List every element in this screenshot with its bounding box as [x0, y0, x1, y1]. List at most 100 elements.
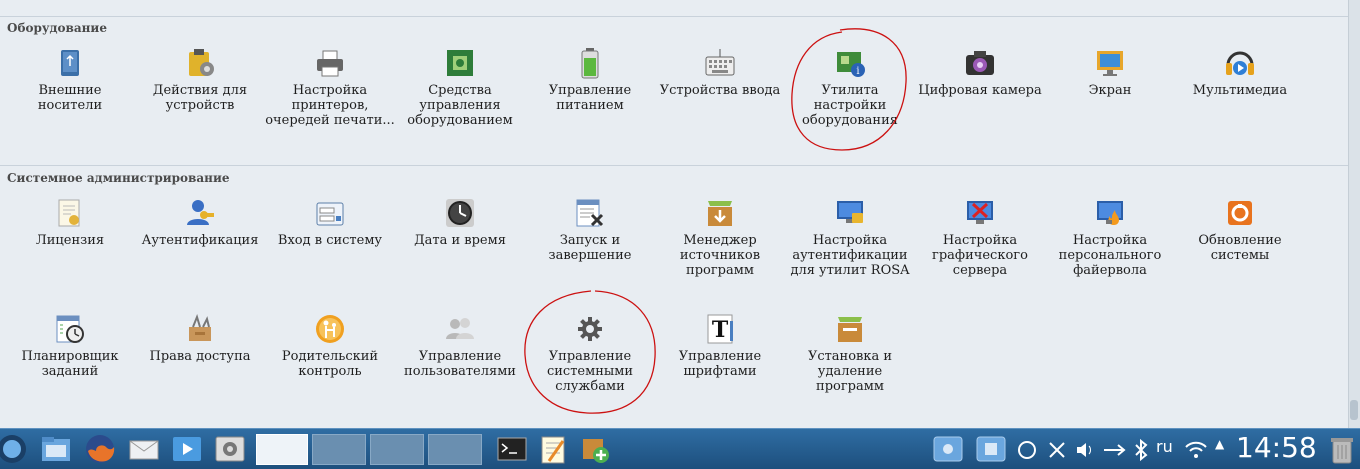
package-add-icon[interactable] — [579, 433, 611, 465]
task-scheduler-icon — [56, 315, 84, 343]
item-parental-control[interactable]: Родительский контроль — [265, 313, 395, 379]
item-label: Внешние носители — [37, 83, 103, 113]
item-label: Запуск и завершение — [548, 233, 632, 263]
notes-icon[interactable] — [537, 433, 569, 465]
system-update-icon — [1228, 201, 1252, 225]
item-multimedia[interactable]: Мультимедиа — [1175, 47, 1305, 98]
item-label: Менеджер источников программ — [679, 233, 761, 278]
item-license[interactable]: Лицензия — [5, 197, 135, 248]
item-label: Настройка графического сервера — [932, 233, 1028, 278]
item-label: Цифровая камера — [918, 83, 1042, 98]
scissors-icon[interactable] — [1046, 439, 1068, 461]
startup-icon — [576, 199, 604, 227]
media-player-icon[interactable] — [171, 433, 203, 465]
item-task-scheduler[interactable]: Планировщик заданий — [5, 313, 135, 379]
item-label: Управление шрифтами — [678, 349, 762, 379]
vertical-scrollbar[interactable] — [1348, 0, 1360, 428]
usb-icon[interactable] — [1102, 439, 1126, 461]
license-icon — [58, 199, 80, 227]
item-input-devices[interactable]: Устройства ввода — [655, 47, 785, 98]
parental-control-icon — [316, 315, 344, 343]
login-icon — [316, 202, 344, 226]
users-icon — [446, 318, 474, 339]
item-access-rights[interactable]: Права доступа — [135, 313, 265, 364]
trash-icon[interactable] — [1326, 433, 1358, 465]
task-window[interactable] — [428, 434, 482, 465]
item-label: Родительский контроль — [281, 349, 379, 379]
item-label: Дата и время — [414, 233, 506, 248]
section-divider — [0, 165, 1348, 166]
item-label: Вход в систему — [277, 233, 383, 248]
firewall-icon — [1097, 201, 1123, 225]
item-label: Установка и удаление программ — [807, 349, 893, 394]
desktop-pager-icon[interactable] — [975, 433, 1007, 465]
item-authentication[interactable]: Аутентификация — [135, 197, 265, 248]
item-system-update[interactable]: Обновление системы — [1175, 197, 1305, 263]
permissions-icon — [189, 313, 211, 341]
item-software-sources[interactable]: Менеджер источников программ — [655, 197, 785, 278]
item-startup-shutdown[interactable]: Запуск и завершение — [525, 197, 655, 263]
item-personal-firewall[interactable]: Настройка персонального файервола — [1045, 197, 1175, 278]
item-label: Средства управления оборудованием — [407, 83, 513, 128]
terminal-icon[interactable] — [496, 433, 528, 465]
item-label: Лицензия — [35, 233, 105, 248]
item-label: Управление пользователями — [404, 349, 516, 379]
item-label: Планировщик заданий — [21, 349, 119, 379]
display-icon — [1097, 51, 1123, 76]
item-label: Права доступа — [149, 349, 251, 364]
item-install-remove[interactable]: Установка и удаление программ — [785, 313, 915, 394]
authentication-icon — [187, 200, 214, 225]
item-label: Настройка персонального файервола — [1058, 233, 1162, 278]
volume-icon[interactable] — [1074, 439, 1096, 461]
desktop-pager-icon[interactable] — [932, 433, 964, 465]
task-window[interactable] — [312, 434, 366, 465]
item-label: Аутентификация — [141, 233, 259, 248]
svg-text:T: T — [712, 317, 729, 343]
section-title-system-admin: Системное администрирование — [7, 171, 230, 185]
top-divider — [0, 16, 1348, 17]
package-sources-icon — [708, 201, 732, 226]
item-graphics-server[interactable]: Настройка графического сервера — [915, 197, 1045, 278]
wifi-icon[interactable] — [1184, 439, 1208, 461]
battery-icon — [581, 48, 599, 79]
keyboard-layout-indicator[interactable]: ru — [1156, 437, 1173, 456]
multimedia-icon — [1226, 51, 1254, 75]
sync-icon[interactable] — [1016, 439, 1038, 461]
rosa-menu-icon[interactable] — [0, 431, 30, 467]
item-device-actions[interactable]: Действия для устройств — [135, 47, 265, 113]
item-hardware-management[interactable]: Средства управления оборудованием — [395, 47, 525, 128]
task-window[interactable] — [370, 434, 424, 465]
firefox-icon[interactable] — [84, 433, 116, 465]
item-label: Настройка принтеров, очередей печати... — [265, 83, 395, 128]
item-printers[interactable]: Настройка принтеров, очередей печати... — [265, 47, 395, 128]
item-date-time[interactable]: Дата и время — [395, 197, 525, 248]
item-user-management[interactable]: Управление пользователями — [395, 313, 525, 379]
item-label: Обновление системы — [1198, 233, 1282, 263]
keyboard-icon — [705, 49, 735, 76]
bluetooth-icon[interactable] — [1132, 438, 1150, 462]
item-digital-camera[interactable]: Цифровая камера — [915, 47, 1045, 98]
settings-main-area: Оборудование Внешние носители Действия д… — [0, 0, 1348, 428]
item-login[interactable]: Вход в систему — [265, 197, 395, 248]
system-settings-icon[interactable] — [214, 433, 246, 465]
item-power-management[interactable]: Управление питанием — [525, 47, 655, 113]
tray-expand-arrow[interactable]: ▲ — [1215, 437, 1224, 451]
hardware-board-icon — [447, 50, 473, 76]
usb-drive-icon — [61, 50, 79, 76]
graphics-server-icon — [967, 201, 993, 224]
scrollbar-thumb[interactable] — [1350, 400, 1358, 420]
item-label: Управление питанием — [548, 83, 632, 113]
annotation-circle-hardware-utility — [791, 28, 907, 151]
annotation-circle-system-services — [524, 290, 656, 414]
item-label: Экран — [1088, 83, 1132, 98]
task-window-active[interactable] — [256, 434, 308, 465]
item-font-management[interactable]: T Управление шрифтами — [655, 313, 785, 379]
item-display[interactable]: Экран — [1045, 47, 1175, 98]
item-label: Действия для устройств — [152, 83, 248, 113]
clock[interactable]: 14:58 — [1236, 431, 1317, 464]
file-manager-icon[interactable] — [40, 433, 72, 465]
section-title-hardware: Оборудование — [7, 21, 107, 35]
item-rosa-auth-settings[interactable]: Настройка аутентификации для утилит ROSA — [785, 197, 915, 278]
item-external-storage[interactable]: Внешние носители — [5, 47, 135, 113]
mail-icon[interactable] — [128, 433, 160, 465]
